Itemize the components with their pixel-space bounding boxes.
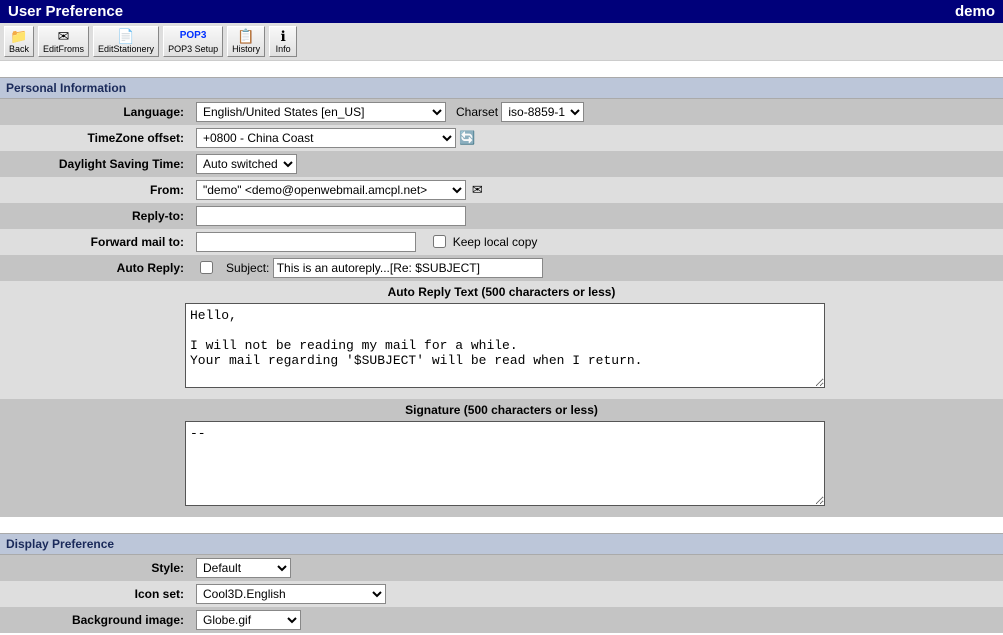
label-from: From: (0, 177, 190, 203)
autoreply-subject-input[interactable] (273, 258, 543, 278)
back-icon: 📁 (10, 28, 27, 44)
current-user: demo (955, 3, 995, 20)
edit-froms-icon: ✉ (58, 28, 70, 44)
back-button-label: Back (9, 45, 29, 55)
edit-stationery-icon: 📄 (117, 28, 134, 44)
edit-froms-button[interactable]: ✉EditFroms (38, 26, 89, 57)
language-select[interactable]: English/United States [en_US] (196, 102, 446, 122)
label-replyto: Reply-to: (0, 203, 190, 229)
page-title: User Preference (8, 3, 123, 20)
label-autoreply-subject: Subject: (226, 261, 269, 275)
timezone-select[interactable]: +0800 - China Coast (196, 128, 456, 148)
background-select[interactable]: Globe.gif (196, 610, 301, 630)
section-header-personal: Personal Information (0, 77, 1003, 99)
forward-input[interactable] (196, 232, 416, 252)
display-pref-table: Style: Default Icon set: Cool3D.English … (0, 555, 1003, 633)
label-style: Style: (0, 555, 190, 581)
autoreply-text-area[interactable]: Hello, I will not be reading my mail for… (185, 303, 825, 388)
autoreply-checkbox[interactable] (200, 261, 213, 274)
signature-header: Signature (500 characters or less) (0, 399, 1003, 421)
label-background: Background image: (0, 607, 190, 633)
style-select[interactable]: Default (196, 558, 291, 578)
title-bar: User Preference demo (0, 0, 1003, 23)
autoreply-text-header: Auto Reply Text (500 characters or less) (0, 281, 1003, 303)
history-button-label: History (232, 45, 260, 55)
from-select[interactable]: "demo" <demo@openwebmail.amcpl.net> (196, 180, 466, 200)
info-button[interactable]: ℹInfo (269, 26, 297, 57)
label-autoreply: Auto Reply: (0, 255, 190, 281)
edit-from-icon[interactable]: ✉ (469, 182, 485, 198)
pop3-setup-button[interactable]: POP3POP3 Setup (163, 26, 223, 57)
charset-select[interactable]: iso-8859-1 (501, 102, 584, 122)
pop3-setup-icon: POP3 (180, 28, 207, 44)
label-forward: Forward mail to: (0, 229, 190, 255)
signature-text-area[interactable]: -- (185, 421, 825, 506)
label-timezone: TimeZone offset: (0, 125, 190, 151)
history-button[interactable]: 📋History (227, 26, 265, 57)
label-dst: Daylight Saving Time: (0, 151, 190, 177)
back-button[interactable]: 📁Back (4, 26, 34, 57)
history-icon: 📋 (237, 28, 254, 44)
label-keep-local-copy: Keep local copy (453, 235, 538, 249)
label-charset: Charset (456, 105, 498, 119)
label-iconset: Icon set: (0, 581, 190, 607)
iconset-select[interactable]: Cool3D.English (196, 584, 386, 604)
dst-select[interactable]: Auto switched (196, 154, 297, 174)
pop3-setup-button-label: POP3 Setup (168, 45, 218, 55)
info-button-label: Info (276, 45, 291, 55)
replyto-input[interactable] (196, 206, 466, 226)
section-header-display: Display Preference (0, 533, 1003, 555)
edit-froms-button-label: EditFroms (43, 45, 84, 55)
keep-local-copy-checkbox[interactable] (433, 235, 446, 248)
personal-info-table: Language: English/United States [en_US] … (0, 99, 1003, 517)
toolbar: 📁Back✉EditFroms📄EditStationeryPOP3POP3 S… (0, 23, 1003, 61)
edit-stationery-button[interactable]: 📄EditStationery (93, 26, 159, 57)
info-icon: ℹ (280, 28, 285, 44)
label-language: Language: (0, 99, 190, 125)
refresh-icon[interactable]: 🔄 (459, 130, 475, 146)
edit-stationery-button-label: EditStationery (98, 45, 154, 55)
